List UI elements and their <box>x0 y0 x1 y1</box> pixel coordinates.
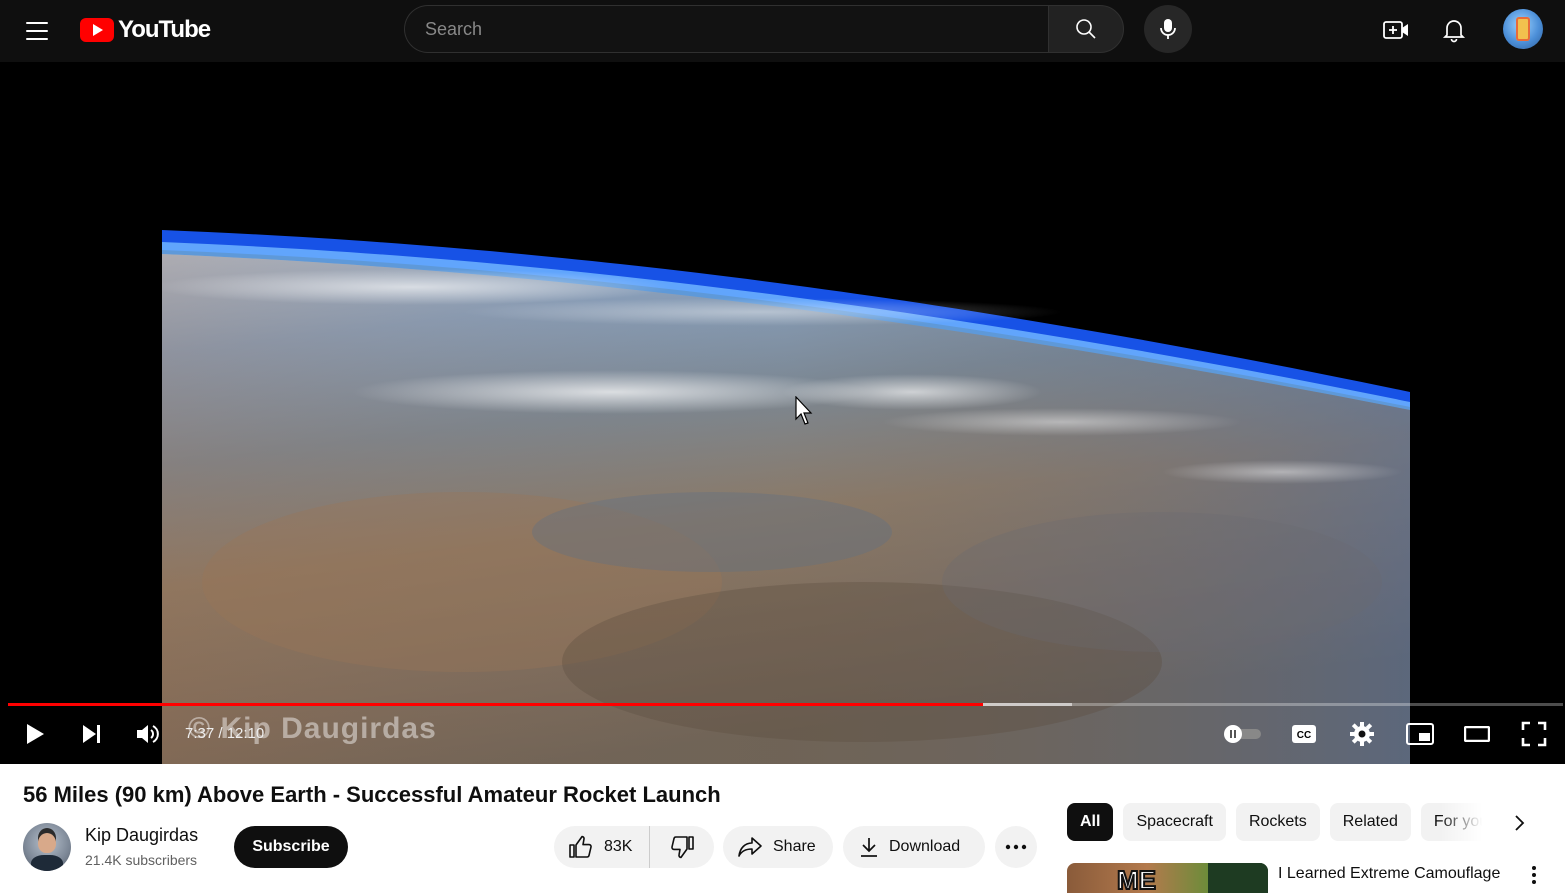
settings-button[interactable] <box>1344 716 1380 752</box>
played-bar <box>8 703 983 706</box>
mouse-cursor-icon <box>795 396 813 425</box>
logo-text: YouTube <box>118 16 211 43</box>
bell-icon <box>1442 20 1466 43</box>
channel-name[interactable]: Kip Daugirdas <box>85 825 198 846</box>
share-label: Share <box>773 838 816 855</box>
skip-next-icon <box>83 725 100 743</box>
share-button[interactable]: Share <box>723 826 833 868</box>
create-video-icon <box>1383 21 1408 39</box>
svg-text:CC: CC <box>1297 730 1311 741</box>
video-frame[interactable] <box>162 62 1410 764</box>
progress-bar[interactable] <box>8 703 1563 706</box>
create-button[interactable] <box>1376 10 1416 50</box>
gear-icon <box>1350 722 1374 746</box>
video-player[interactable]: © Kip Daugirdas 7:37 / 12:10 CC <box>0 62 1565 764</box>
time-display: 7:37 / 12:10 <box>185 725 265 742</box>
miniplayer-icon <box>1406 723 1434 745</box>
search-icon <box>1076 19 1096 39</box>
like-button[interactable]: 83K <box>554 826 650 868</box>
recommendation-menu-icon[interactable] <box>1524 862 1544 888</box>
menu-icon[interactable] <box>20 14 54 48</box>
theater-mode-icon <box>1464 726 1490 742</box>
play-icon <box>27 724 44 744</box>
account-avatar[interactable] <box>1503 9 1543 49</box>
thumbs-up-icon <box>569 835 592 858</box>
recommendation-title[interactable]: I Learned Extreme Camouflage <box>1278 865 1500 883</box>
subscribe-button[interactable]: Subscribe <box>234 826 348 868</box>
download-label: Download <box>889 838 961 855</box>
thumbs-down-icon <box>671 836 694 859</box>
chip-all[interactable]: All <box>1067 803 1114 841</box>
more-horizontal-icon <box>1005 844 1027 850</box>
volume-icon <box>137 725 159 743</box>
video-title: 56 Miles (90 km) Above Earth - Successfu… <box>23 782 721 807</box>
channel-avatar[interactable] <box>23 823 71 871</box>
thumbnail-text: ME <box>1116 864 1157 893</box>
download-button[interactable]: Download <box>843 826 985 868</box>
like-count: 83K <box>604 838 633 855</box>
fullscreen-icon <box>1521 721 1547 747</box>
chips-fade <box>1440 803 1510 841</box>
next-button[interactable] <box>74 716 110 752</box>
subscriber-count: 21.4K subscribers <box>85 852 198 868</box>
like-dislike-group: 83K <box>554 826 714 868</box>
chevron-right-icon <box>1515 815 1525 831</box>
closed-captions-icon: CC <box>1292 725 1316 743</box>
chips-next-button[interactable] <box>1503 806 1537 840</box>
notifications-button[interactable] <box>1434 10 1474 50</box>
autoplay-toggle-icon <box>1224 725 1261 743</box>
recommendation-thumbnail[interactable]: ME <box>1067 863 1268 893</box>
youtube-play-icon <box>80 18 114 42</box>
dislike-button[interactable] <box>650 826 714 868</box>
fullscreen-button[interactable] <box>1516 716 1552 752</box>
miniplayer-button[interactable] <box>1402 716 1438 752</box>
search-box <box>404 5 1048 53</box>
more-actions-button[interactable] <box>995 826 1037 868</box>
voice-search-button[interactable] <box>1144 5 1192 53</box>
chip-related[interactable]: Related <box>1329 803 1411 841</box>
chip-spacecraft[interactable]: Spacecraft <box>1123 803 1226 841</box>
youtube-logo[interactable]: YouTube <box>80 16 211 44</box>
earth-horizon-image <box>162 62 1410 764</box>
search-input[interactable] <box>405 6 1048 52</box>
mute-button[interactable] <box>130 716 166 752</box>
play-button[interactable] <box>17 716 53 752</box>
top-bar: YouTube <box>0 0 1565 62</box>
captions-button[interactable]: CC <box>1286 716 1322 752</box>
theater-mode-button[interactable] <box>1459 716 1495 752</box>
download-icon <box>861 838 877 857</box>
autoplay-toggle[interactable] <box>1222 716 1264 752</box>
search-button[interactable] <box>1048 5 1124 53</box>
microphone-icon <box>1160 19 1176 39</box>
chip-rockets[interactable]: Rockets <box>1235 803 1320 841</box>
share-icon <box>738 837 762 857</box>
